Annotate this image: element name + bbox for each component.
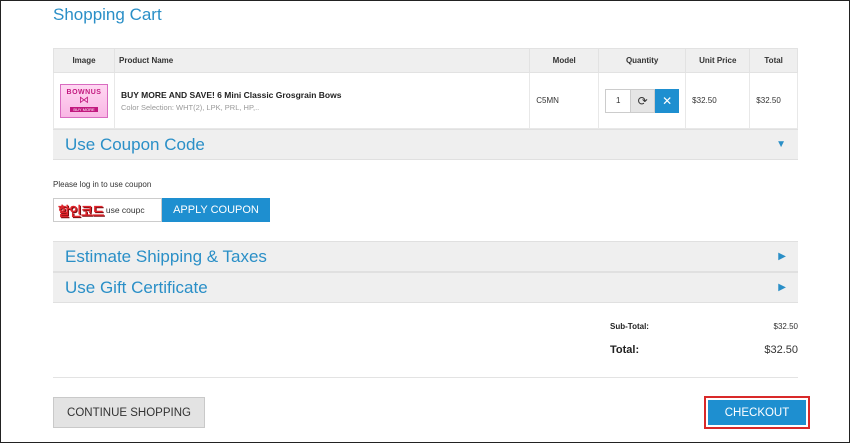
product-name-cell: BUY MORE AND SAVE! 6 Mini Classic Grosgr… bbox=[113, 72, 531, 129]
gift-panel-title: Use Gift Certificate bbox=[65, 277, 208, 297]
model-cell: C5MN bbox=[529, 72, 600, 129]
product-thumbnail[interactable]: BOWNUS ⋈ BUY MORE bbox=[60, 83, 108, 118]
product-image-cell: BOWNUS ⋈ BUY MORE bbox=[53, 72, 115, 129]
header-product-name: Product Name bbox=[113, 48, 531, 73]
coupon-panel-title: Use Coupon Code bbox=[65, 134, 205, 154]
caret-right-icon: ▶ bbox=[778, 282, 786, 293]
bow-icon: ⋈ bbox=[79, 95, 89, 106]
product-options: Color Selection: WHT(2), LPK, PRL, HP,.. bbox=[121, 102, 260, 112]
apply-coupon-button[interactable]: APPLY COUPON bbox=[162, 198, 270, 222]
unit-price-cell: $32.50 bbox=[685, 72, 751, 129]
coupon-badge: 할인코드 bbox=[58, 200, 104, 220]
subtotal-label: Sub-Total: bbox=[610, 322, 649, 331]
header-total: Total bbox=[749, 48, 798, 73]
table-header-row: Image Product Name Model Quantity Unit P… bbox=[53, 48, 798, 73]
checkout-highlight: CHECKOUT bbox=[704, 396, 810, 429]
total-cell: $32.50 bbox=[749, 72, 798, 129]
subtotal-row: Sub-Total: $32.50 bbox=[610, 322, 798, 331]
page-title: Shopping Cart bbox=[53, 5, 162, 24]
continue-shopping-button[interactable]: CONTINUE SHOPPING bbox=[53, 397, 205, 428]
subtotal-value: $32.50 bbox=[773, 322, 798, 331]
totals-divider bbox=[53, 377, 798, 378]
gift-panel-header[interactable]: Use Gift Certificate ▶ bbox=[53, 272, 798, 303]
header-quantity: Quantity bbox=[598, 48, 687, 73]
refresh-icon: ⟳ bbox=[637, 93, 648, 108]
header-model: Model bbox=[529, 48, 600, 73]
thumbnail-sub: BUY MORE bbox=[70, 107, 98, 112]
product-name-link[interactable]: BUY MORE AND SAVE! 6 Mini Classic Grosgr… bbox=[121, 90, 523, 100]
close-icon: ✕ bbox=[662, 93, 673, 108]
cart-table: Image Product Name Model Quantity Unit P… bbox=[53, 48, 798, 129]
checkout-button[interactable]: CHECKOUT bbox=[708, 400, 806, 425]
coupon-panel-header[interactable]: Use Coupon Code ▼ bbox=[53, 129, 798, 160]
caret-down-icon: ▼ bbox=[776, 139, 786, 150]
shipping-panel-header[interactable]: Estimate Shipping & Taxes ▶ bbox=[53, 241, 798, 272]
shipping-panel-title: Estimate Shipping & Taxes bbox=[65, 246, 267, 266]
header-unit-price: Unit Price bbox=[685, 48, 751, 73]
update-quantity-button[interactable]: ⟳ bbox=[631, 88, 656, 113]
header-image: Image bbox=[53, 48, 115, 73]
quantity-cell: ⟳ ✕ bbox=[598, 72, 687, 129]
coupon-input[interactable]: 할인코드 use coupc bbox=[53, 198, 162, 222]
remove-item-button[interactable]: ✕ bbox=[655, 88, 680, 113]
caret-right-icon: ▶ bbox=[778, 251, 786, 262]
coupon-form: 할인코드 use coupc APPLY COUPON bbox=[53, 198, 270, 222]
table-row: BOWNUS ⋈ BUY MORE BUY MORE AND SAVE! 6 M… bbox=[53, 72, 798, 129]
coupon-login-note: Please log in to use coupon bbox=[53, 180, 152, 189]
total-row: Total: $32.50 bbox=[610, 344, 798, 356]
total-label: Total: bbox=[610, 344, 640, 356]
coupon-placeholder: use coupc bbox=[105, 205, 145, 215]
quantity-input[interactable] bbox=[605, 88, 632, 113]
total-value: $32.50 bbox=[764, 344, 798, 356]
